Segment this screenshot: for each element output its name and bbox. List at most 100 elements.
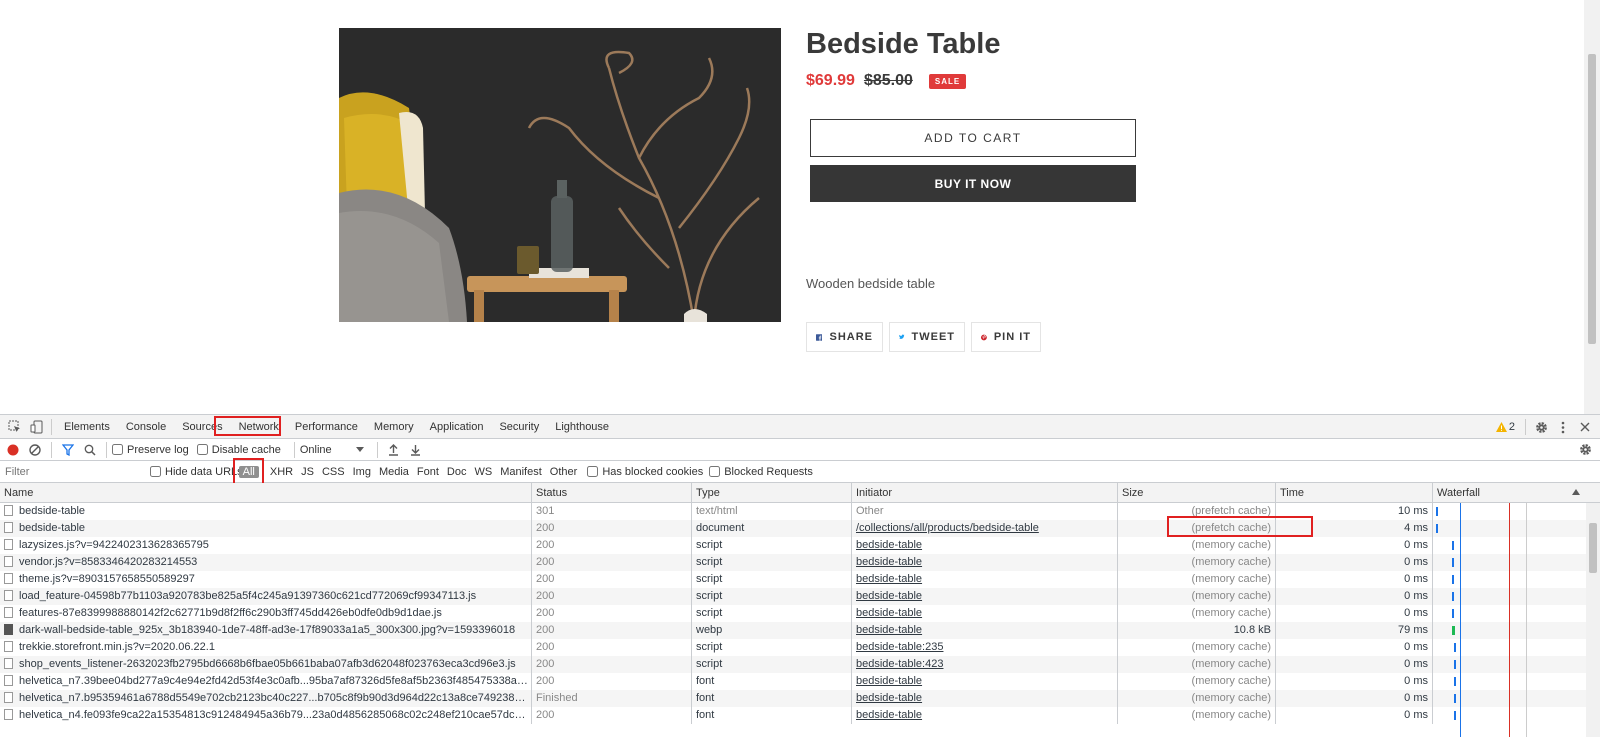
table-row[interactable]: dark-wall-bedside-table_925x_3b183940-1d…: [0, 622, 1600, 639]
disable-cache-checkbox[interactable]: Disable cache: [196, 444, 281, 456]
request-initiator[interactable]: bedside-table: [856, 675, 922, 687]
type-filter-ws[interactable]: WS: [470, 464, 496, 480]
type-filter-xhr[interactable]: XHR: [266, 464, 297, 480]
type-filter-js[interactable]: JS: [297, 464, 318, 480]
request-initiator[interactable]: bedside-table: [856, 607, 922, 619]
clear-icon[interactable]: [24, 439, 46, 461]
request-type: script: [692, 639, 852, 656]
page-scrollbar-thumb[interactable]: [1588, 54, 1596, 344]
table-row[interactable]: helvetica_n4.fe093fe9ca22a15354813c91248…: [0, 707, 1600, 724]
product-page: Bedside Table $69.99 $85.00 SALE ADD TO …: [0, 0, 1600, 414]
table-scrollbar[interactable]: [1586, 503, 1600, 737]
table-row[interactable]: trekkie.storefront.min.js?v=2020.06.22.1…: [0, 639, 1600, 656]
tab-network-wrapper: Network: [213, 415, 287, 439]
type-filter-media[interactable]: Media: [375, 464, 413, 480]
tab-network[interactable]: Network: [231, 421, 287, 433]
table-row[interactable]: bedside-table 301 text/html Other (prefetch …: [0, 503, 1600, 520]
inspect-element-icon[interactable]: [3, 416, 25, 438]
table-row[interactable]: lazysizes.js?v=9422402313628365795 200 scr…: [0, 537, 1600, 554]
table-scrollbar-thumb[interactable]: [1589, 523, 1597, 573]
column-header-initiator[interactable]: Initiator: [852, 483, 1118, 502]
type-filter-all[interactable]: All: [238, 465, 259, 478]
column-header-type[interactable]: Type: [692, 483, 852, 502]
buy-it-now-button[interactable]: BUY IT NOW: [810, 165, 1136, 202]
table-row[interactable]: helvetica_n7.39bee04bd277a9c4e94e2fd42d5…: [0, 673, 1600, 690]
tab-application[interactable]: Application: [422, 415, 492, 439]
dropdown-arrow-icon: [355, 447, 364, 452]
request-time: 79 ms: [1276, 622, 1433, 639]
tab-sources[interactable]: Sources: [174, 415, 230, 439]
device-toolbar-icon[interactable]: [25, 416, 47, 438]
request-type: script: [692, 605, 852, 622]
request-initiator[interactable]: bedside-table: [856, 624, 922, 636]
network-settings-gear-icon[interactable]: [1574, 439, 1596, 461]
preserve-log-input[interactable]: [112, 444, 123, 455]
table-row[interactable]: theme.js?v=8903157658550589297 200 script b…: [0, 571, 1600, 588]
request-waterfall-cell: [1433, 503, 1600, 520]
disable-cache-input[interactable]: [196, 444, 208, 455]
request-initiator[interactable]: bedside-table: [856, 556, 922, 568]
share-pinterest-button[interactable]: PIN IT: [971, 322, 1041, 352]
type-filter-img[interactable]: Img: [349, 464, 375, 480]
tab-lighthouse[interactable]: Lighthouse: [547, 415, 617, 439]
document-file-icon: [4, 590, 13, 601]
request-initiator[interactable]: bedside-table: [856, 573, 922, 585]
request-initiator[interactable]: bedside-table: [856, 590, 922, 602]
table-row[interactable]: load_feature-04598b77b1103a920783be825a5…: [0, 588, 1600, 605]
image-file-icon: [4, 624, 13, 635]
filter-icon[interactable]: [57, 439, 79, 461]
request-initiator[interactable]: /collections/all/products/bedside-table: [856, 522, 1039, 534]
column-header-waterfall[interactable]: Waterfall: [1433, 483, 1600, 502]
tab-performance[interactable]: Performance: [287, 415, 366, 439]
column-header-status[interactable]: Status: [532, 483, 692, 502]
hide-data-urls-input[interactable]: [150, 466, 161, 477]
record-icon[interactable]: [2, 439, 24, 461]
request-waterfall-cell: [1433, 690, 1600, 707]
column-header-size[interactable]: Size: [1118, 483, 1276, 502]
type-filter-manifest[interactable]: Manifest: [496, 464, 546, 480]
document-file-icon: [4, 556, 13, 567]
hide-data-urls-checkbox[interactable]: Hide data URLs: [150, 466, 243, 478]
close-devtools-icon[interactable]: [1574, 416, 1596, 438]
has-blocked-cookies-checkbox[interactable]: Has blocked cookies: [587, 466, 703, 478]
request-initiator[interactable]: bedside-table:423: [856, 658, 943, 670]
type-filter-font[interactable]: Font: [413, 464, 443, 480]
throttling-select[interactable]: Online: [300, 444, 364, 456]
import-har-icon[interactable]: [383, 439, 405, 461]
share-twitter-button[interactable]: TWEET: [889, 322, 965, 352]
preserve-log-checkbox[interactable]: Preserve log: [112, 444, 189, 456]
more-options-icon[interactable]: [1552, 416, 1574, 438]
settings-gear-icon[interactable]: [1530, 416, 1552, 438]
waterfall-header-label: Waterfall: [1437, 487, 1480, 499]
table-row[interactable]: vendor.js?v=8583346420283214553 200 script…: [0, 554, 1600, 571]
blocked-requests-checkbox[interactable]: Blocked Requests: [709, 466, 813, 478]
tab-elements[interactable]: Elements: [56, 415, 118, 439]
request-initiator[interactable]: bedside-table: [856, 692, 922, 704]
table-row[interactable]: features-87e8399988880142f2c62771b9d8f2f…: [0, 605, 1600, 622]
tab-security[interactable]: Security: [491, 415, 547, 439]
request-initiator[interactable]: bedside-table: [856, 539, 922, 551]
blocked-requests-input[interactable]: [709, 466, 721, 477]
add-to-cart-button[interactable]: ADD TO CART: [810, 119, 1136, 157]
share-facebook-button[interactable]: SHARE: [806, 322, 883, 352]
column-header-name[interactable]: Name: [0, 483, 532, 502]
search-icon[interactable]: [79, 439, 101, 461]
type-filter-other[interactable]: Other: [546, 464, 582, 480]
type-filter-doc[interactable]: Doc: [443, 464, 471, 480]
table-row[interactable]: bedside-table 200 document/collections/all…: [0, 520, 1600, 537]
type-filter-css[interactable]: CSS: [318, 464, 349, 480]
request-initiator[interactable]: bedside-table: [856, 709, 922, 721]
table-row[interactable]: helvetica_n7.b95359461a6788d5549e702cb21…: [0, 690, 1600, 707]
export-har-icon[interactable]: [405, 439, 427, 461]
page-scrollbar[interactable]: [1584, 0, 1600, 414]
tab-memory[interactable]: Memory: [366, 415, 422, 439]
filter-input[interactable]: [2, 462, 138, 481]
column-header-time[interactable]: Time: [1276, 483, 1433, 502]
has-blocked-cookies-input[interactable]: [587, 466, 599, 477]
tab-console[interactable]: Console: [118, 415, 174, 439]
table-row[interactable]: shop_events_listener-2632023fb2795bd6668…: [0, 656, 1600, 673]
warnings-counter[interactable]: 2: [1495, 421, 1515, 433]
table-header: Name Status Type Initiator Size Time Wat…: [0, 483, 1600, 503]
request-initiator[interactable]: bedside-table:235: [856, 641, 943, 653]
product-image[interactable]: [339, 28, 781, 322]
